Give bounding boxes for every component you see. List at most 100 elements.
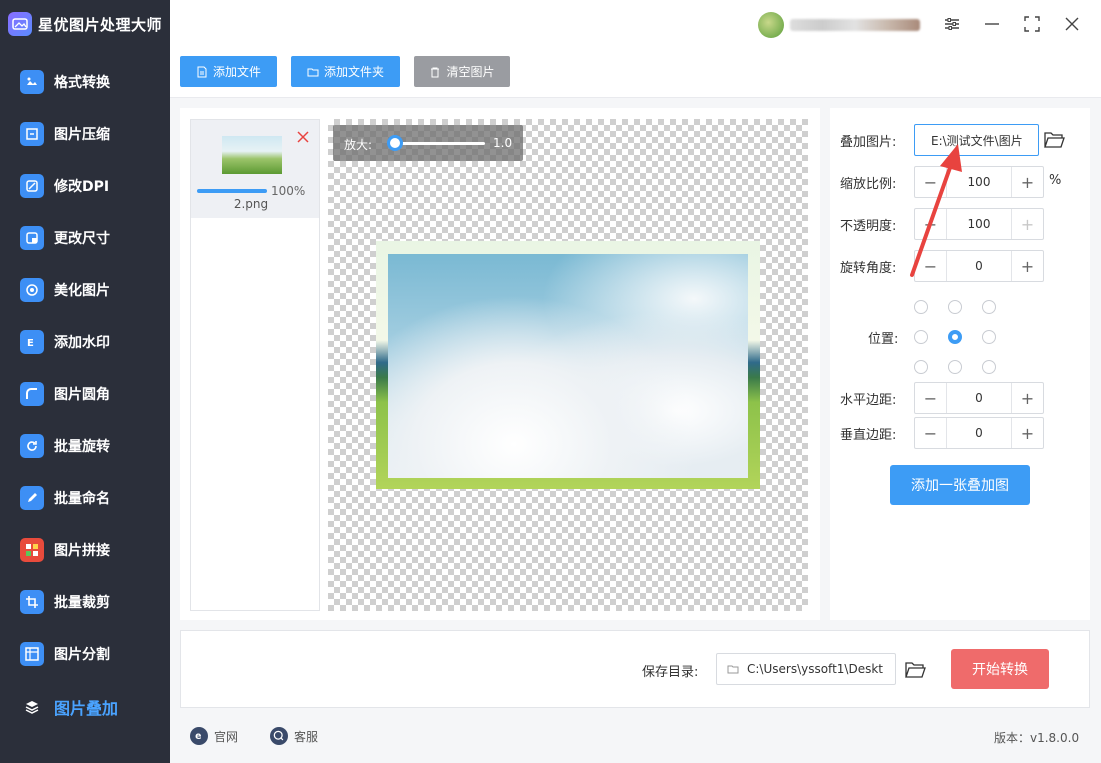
h-margin-increase-button[interactable]: + — [1011, 383, 1043, 413]
zoom-value: 1.0 — [493, 136, 513, 150]
file-list: 100% 2.png — [190, 119, 320, 611]
sidebar-item-label: 图片叠加 — [54, 699, 119, 718]
sidebar-item-label: 批量命名 — [54, 491, 110, 507]
watermark-icon: E — [20, 330, 44, 354]
sidebar-item-rename[interactable]: 批量命名 — [0, 476, 170, 520]
v-margin-stepper: − 0 + — [914, 417, 1044, 449]
position-top-right-radio[interactable] — [982, 300, 996, 314]
zoom-label: 放大: — [344, 138, 373, 152]
svg-text:e: e — [195, 731, 201, 742]
title-bar — [170, 0, 1101, 50]
scale-unit: % — [1049, 173, 1062, 188]
file-icon — [197, 66, 207, 77]
crop-icon — [20, 590, 44, 614]
sidebar-item-compress[interactable]: 图片压缩 — [0, 112, 170, 156]
sidebar-item-label: 图片圆角 — [54, 387, 110, 403]
zoom-slider-handle[interactable] — [387, 135, 403, 151]
avatar[interactable] — [758, 12, 784, 38]
maximize-icon[interactable] — [1020, 12, 1044, 36]
add-folder-button[interactable]: 添加文件夹 — [291, 56, 400, 87]
opacity-increase-button[interactable]: + — [1011, 209, 1043, 239]
sidebar-item-round-corner[interactable]: 图片圆角 — [0, 372, 170, 416]
website-link[interactable]: e 官网 — [190, 727, 238, 745]
close-icon[interactable] — [1060, 12, 1084, 36]
sidebar-item-split[interactable]: 图片分割 — [0, 632, 170, 676]
toolbar: 添加文件 添加文件夹 清空图片 — [170, 50, 1101, 98]
v-margin-increase-button[interactable]: + — [1011, 418, 1043, 448]
layers-icon — [20, 695, 44, 719]
h-margin-label: 水平边距: — [840, 393, 897, 408]
zoom-control: 放大: 1.0 — [333, 125, 523, 161]
file-name: 2.png — [233, 197, 269, 211]
add-file-button[interactable]: 添加文件 — [180, 56, 277, 87]
position-center-radio[interactable] — [948, 330, 962, 344]
sidebar-item-label: 图片压缩 — [54, 127, 110, 143]
website-label: 官网 — [214, 729, 239, 744]
sidebar-item-stitch[interactable]: 图片拼接 — [0, 528, 170, 572]
sidebar-item-label: 格式转换 — [54, 75, 110, 91]
customer-service-icon — [270, 727, 288, 745]
position-top-left-radio[interactable] — [914, 300, 928, 314]
add-folder-label: 添加文件夹 — [323, 65, 384, 79]
stitch-icon — [20, 538, 44, 562]
folder-icon — [307, 68, 319, 76]
sidebar: 星优图片处理大师 格式转换图片压缩修改DPI 更改尺寸美化图片 E 添加水印图片圆角批… — [0, 0, 170, 763]
position-middle-right-radio[interactable] — [982, 330, 996, 344]
sidebar-item-watermark[interactable]: E 添加水印 — [0, 320, 170, 364]
rotation-label: 旋转角度: — [840, 261, 897, 276]
file-thumbnail — [222, 136, 282, 174]
save-dir-input[interactable]: C:\Users\yssoft1\Deskt — [716, 653, 896, 685]
support-link[interactable]: 客服 — [270, 727, 318, 745]
clear-images-button[interactable]: 清空图片 — [414, 56, 510, 87]
rotation-increase-button[interactable]: + — [1011, 251, 1043, 281]
minimize-icon[interactable] — [980, 12, 1004, 36]
overlay-folder-open-icon[interactable] — [1043, 129, 1065, 149]
file-item[interactable]: 100% 2.png — [191, 120, 319, 218]
opacity-label: 不透明度: — [840, 219, 897, 234]
rotate-icon — [20, 434, 44, 458]
progress-bar — [197, 189, 267, 193]
h-margin-value[interactable]: 0 — [947, 383, 1011, 413]
sidebar-item-format-convert[interactable]: 格式转换 — [0, 60, 170, 104]
dpi-icon — [20, 174, 44, 198]
sidebar-item-dpi[interactable]: 修改DPI — [0, 164, 170, 208]
round-corner-icon — [20, 382, 44, 406]
settings-sliders-icon[interactable] — [940, 12, 964, 36]
sidebar-item-label: 美化图片 — [54, 283, 110, 299]
sidebar-item-layers[interactable]: 图片叠加 — [0, 685, 170, 729]
h-margin-stepper: − 0 + — [914, 382, 1044, 414]
svg-text:E: E — [27, 338, 34, 349]
sidebar-item-beautify[interactable]: 美化图片 — [0, 268, 170, 312]
resize-icon — [20, 226, 44, 250]
position-top-center-radio[interactable] — [948, 300, 962, 314]
scale-label: 缩放比例: — [840, 177, 897, 192]
version-text: 版本：v1.8.0.0 — [994, 731, 1080, 745]
browser-e-icon: e — [190, 727, 208, 745]
app-title-text: 星优图片处理大师 — [38, 15, 163, 34]
v-margin-label: 垂直边距: — [840, 428, 897, 443]
zoom-slider-track[interactable] — [395, 142, 485, 145]
v-margin-value[interactable]: 0 — [947, 418, 1011, 448]
remove-file-icon[interactable] — [296, 130, 310, 144]
beautify-icon — [20, 278, 44, 302]
save-dir-folder-open-icon[interactable] — [904, 659, 926, 679]
progress-text: 100% — [271, 184, 306, 198]
folder-icon — [727, 665, 739, 674]
sidebar-item-crop[interactable]: 批量裁剪 — [0, 580, 170, 624]
add-overlay-button[interactable]: 添加一张叠加图 — [890, 465, 1030, 505]
h-margin-decrease-button[interactable]: − — [915, 383, 947, 413]
position-bottom-left-radio[interactable] — [914, 360, 928, 374]
sidebar-item-rotate[interactable]: 批量旋转 — [0, 424, 170, 468]
overlay-image[interactable] — [388, 254, 748, 478]
sidebar-item-label: 图片分割 — [54, 647, 110, 663]
v-margin-decrease-button[interactable]: − — [915, 418, 947, 448]
format-convert-icon — [20, 70, 44, 94]
position-bottom-center-radio[interactable] — [948, 360, 962, 374]
sidebar-item-resize[interactable]: 更改尺寸 — [0, 216, 170, 260]
start-convert-button[interactable]: 开始转换 — [951, 649, 1049, 689]
progress-fill — [197, 189, 267, 193]
scale-increase-button[interactable]: + — [1011, 167, 1043, 197]
position-middle-left-radio[interactable] — [914, 330, 928, 344]
sidebar-item-label: 修改DPI — [54, 179, 110, 195]
position-bottom-right-radio[interactable] — [982, 360, 996, 374]
